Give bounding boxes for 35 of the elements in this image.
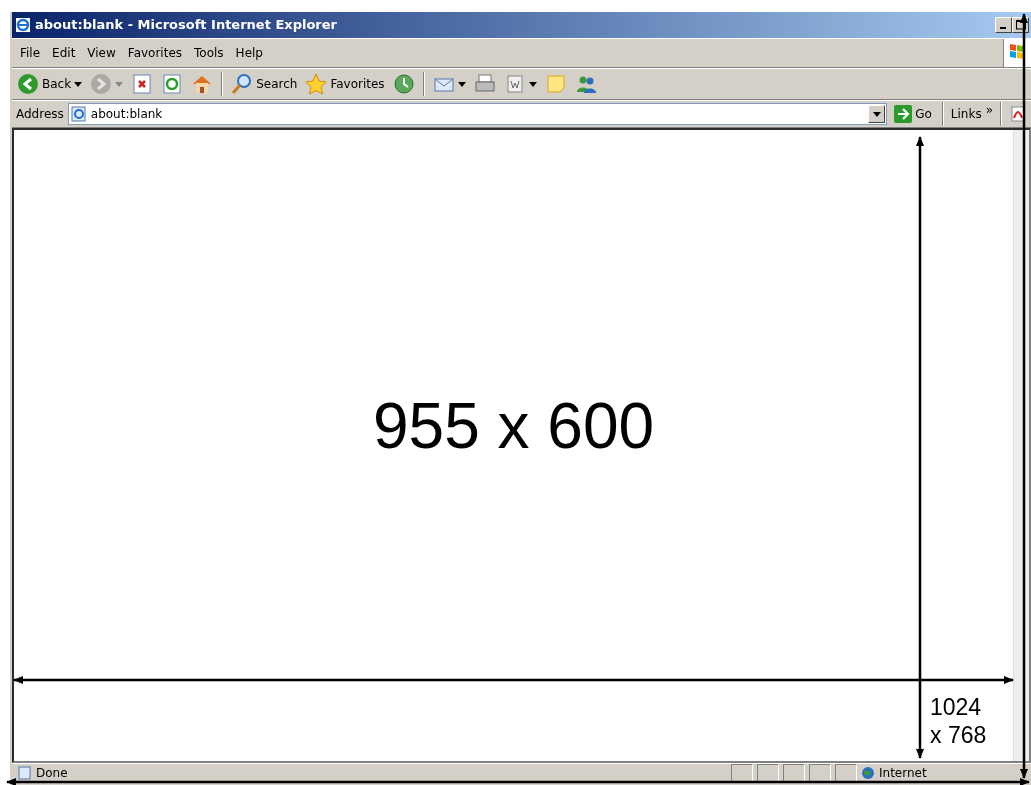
status-text: Done — [36, 764, 68, 782]
dimension-caption: 955 x 600 — [372, 388, 655, 464]
refresh-icon — [161, 73, 184, 95]
page-icon — [70, 106, 87, 122]
dimension-label: 1024 — [930, 693, 983, 721]
back-button[interactable]: Back — [14, 71, 86, 97]
globe-icon — [861, 765, 875, 780]
browser-logo-icon — [15, 17, 31, 33]
chevron-button[interactable]: » — [985, 101, 993, 119]
window-title: about:blank - Microsoft Internet Explorer — [35, 16, 337, 35]
go-button[interactable]: Go — [891, 103, 935, 125]
arrow-icon — [894, 105, 913, 123]
menu-item[interactable]: Tools — [188, 42, 230, 64]
caret-icon — [872, 111, 881, 117]
links-label[interactable]: Links — [950, 105, 982, 123]
printer-icon — [473, 73, 496, 95]
menu-item[interactable]: Edit — [46, 42, 82, 64]
menu-item[interactable]: View — [81, 42, 122, 64]
menu-item[interactable]: File — [14, 42, 47, 64]
search-icon — [231, 73, 254, 95]
address-field[interactable]: about:blank — [67, 103, 888, 125]
history-icon — [392, 73, 415, 95]
menu-item[interactable]: Favorites — [121, 42, 189, 64]
menu-item[interactable]: Help — [229, 42, 269, 64]
search-button[interactable]: Search — [228, 71, 301, 97]
zone-text: Internet — [879, 764, 927, 782]
favorites-button[interactable]: Favorites — [302, 71, 388, 97]
address-label: Address — [16, 106, 64, 123]
page-icon — [18, 765, 32, 780]
minimize-button[interactable] — [995, 17, 1012, 33]
stop-icon — [131, 73, 154, 95]
star-icon — [305, 73, 328, 95]
note-icon — [544, 73, 567, 95]
dimension-label: x 768 — [930, 721, 987, 749]
dropdown-button[interactable] — [868, 105, 886, 123]
